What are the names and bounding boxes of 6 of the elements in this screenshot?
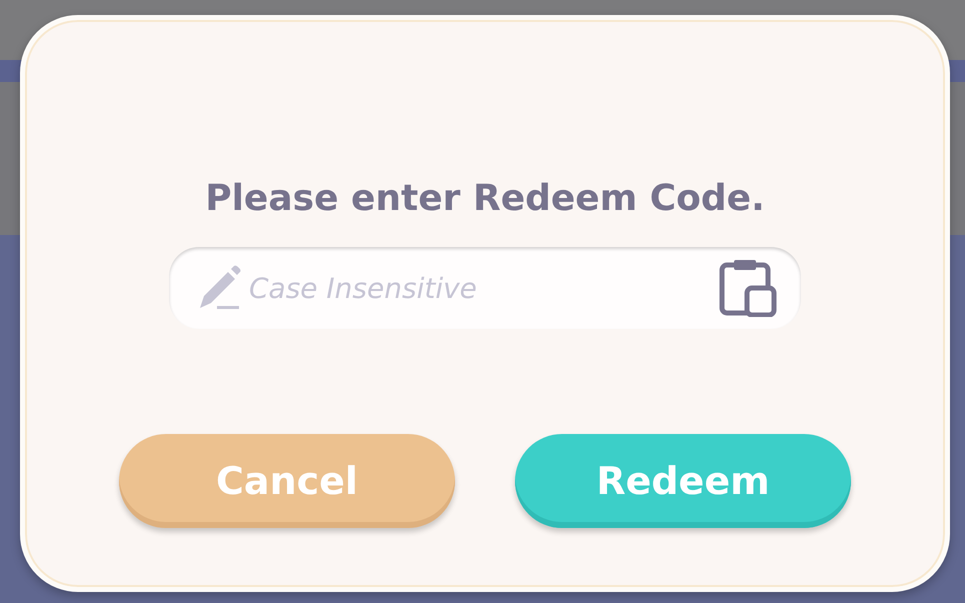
redeem-code-field[interactable]: Case Insensitive xyxy=(169,247,801,329)
code-input[interactable]: Case Insensitive xyxy=(247,270,715,306)
dialog-title: Please enter Redeem Code. xyxy=(205,178,765,219)
clipboard-icon[interactable] xyxy=(719,259,777,317)
redeem-button[interactable]: Redeem xyxy=(515,434,851,528)
cancel-button[interactable]: Cancel xyxy=(119,434,455,528)
